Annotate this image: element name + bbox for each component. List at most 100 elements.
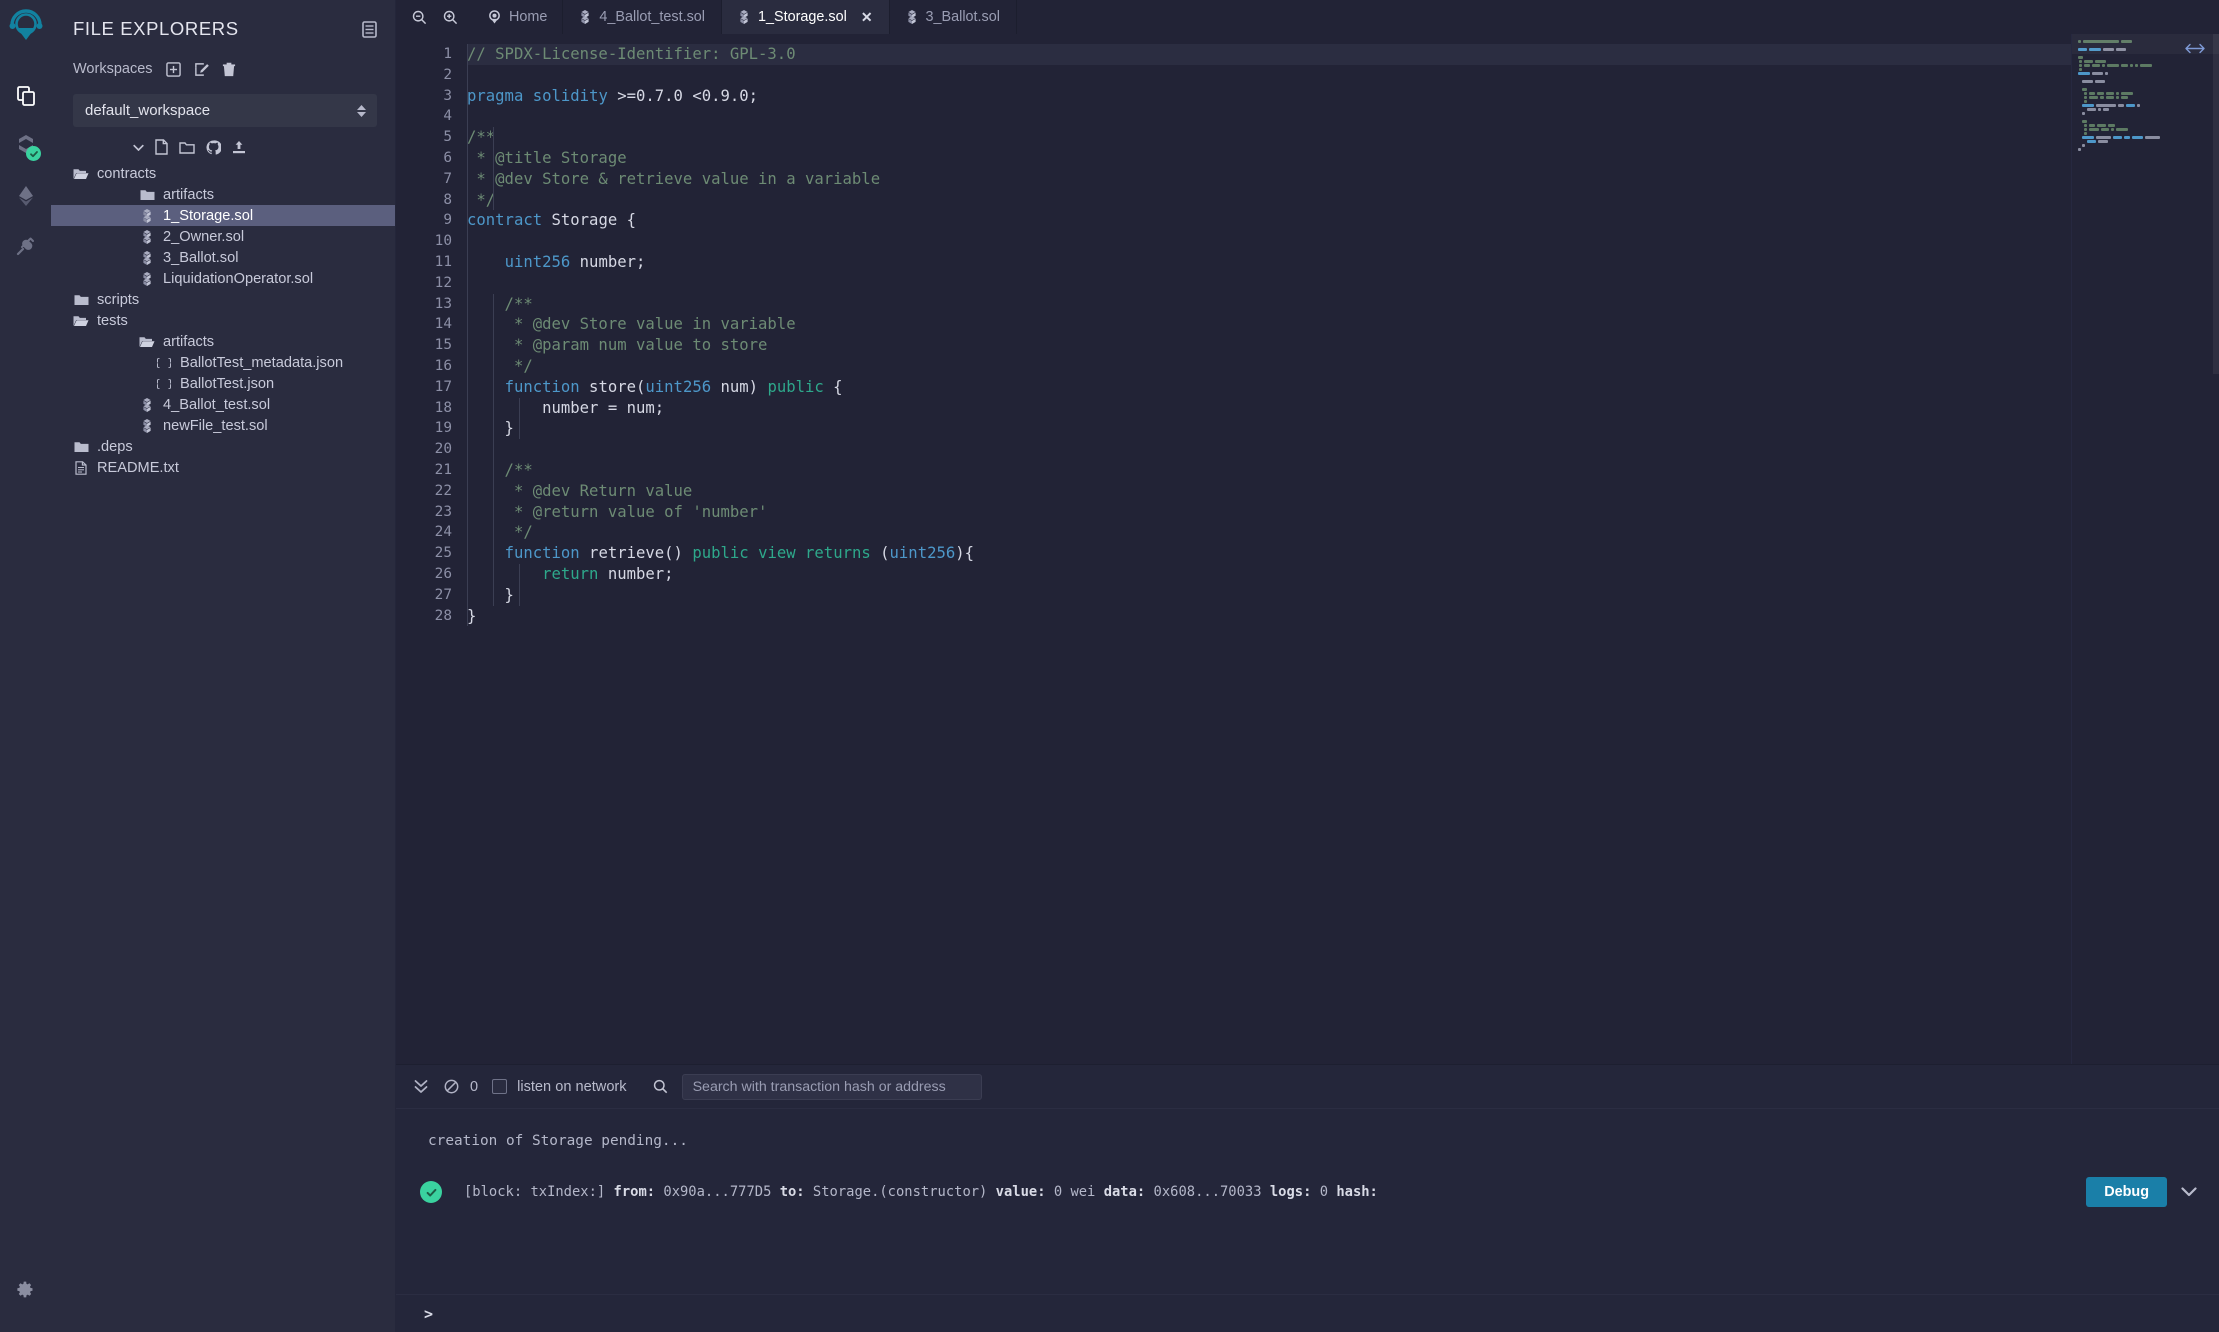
code-line[interactable]: function store(uint256 num) public {: [467, 377, 2219, 398]
search-icon[interactable]: [653, 1079, 668, 1094]
minimap[interactable]: [2071, 34, 2219, 1064]
sort-updown-icon: [357, 105, 366, 117]
line-number: 26: [396, 564, 452, 585]
code-line[interactable]: contract Storage {: [467, 210, 2219, 231]
close-icon[interactable]: ✕: [861, 9, 873, 26]
code-line[interactable]: // SPDX-License-Identifier: GPL-3.0: [467, 44, 2219, 65]
code-editor[interactable]: 1234567891011121314151617181920212223242…: [396, 34, 2219, 1064]
tree-folder[interactable]: artifacts: [51, 331, 395, 352]
code-line[interactable]: * @title Storage: [467, 148, 2219, 169]
tree-item-label: artifacts: [163, 187, 214, 203]
code-line[interactable]: * @dev Store value in variable: [467, 314, 2219, 335]
code-content[interactable]: // SPDX-License-Identifier: GPL-3.0 prag…: [464, 34, 2219, 1064]
pencil-square-icon[interactable]: [194, 62, 209, 77]
sidebar-item-plugin-manager[interactable]: [0, 221, 51, 271]
chevron-down-icon[interactable]: [133, 144, 144, 151]
tree-folder[interactable]: scripts: [51, 289, 395, 310]
code-line[interactable]: }: [467, 606, 2219, 627]
code-line[interactable]: */: [467, 356, 2219, 377]
chevrons-down-icon[interactable]: [406, 1079, 436, 1094]
code-line[interactable]: [467, 231, 2219, 252]
upload-icon[interactable]: [232, 140, 246, 155]
tree-folder[interactable]: contracts: [51, 163, 395, 184]
tab-1-storage-sol[interactable]: 1_Storage.sol✕: [721, 0, 890, 34]
tree-file[interactable]: { }BallotTest_metadata.json: [51, 352, 395, 373]
remix-logo-icon[interactable]: [8, 8, 44, 49]
tree-file[interactable]: 2_Owner.sol: [51, 226, 395, 247]
line-number: 9: [396, 210, 452, 231]
tab-home[interactable]: Home: [472, 0, 563, 34]
tree-file[interactable]: { }BallotTest.json: [51, 373, 395, 394]
code-line[interactable]: * @param num value to store: [467, 335, 2219, 356]
listen-on-network-checkbox[interactable]: [492, 1079, 507, 1094]
transaction-field-value: 0x608...70033: [1154, 1184, 1262, 1200]
debug-button[interactable]: Debug: [2086, 1177, 2167, 1207]
zoom-out-icon[interactable]: [412, 10, 427, 25]
code-line[interactable]: * @dev Return value: [467, 481, 2219, 502]
code-line[interactable]: }: [467, 418, 2219, 439]
new-file-icon[interactable]: [155, 139, 168, 155]
code-line[interactable]: pragma solidity >=0.7.0 <0.9.0;: [467, 86, 2219, 107]
editor-scrollbar[interactable]: [2213, 34, 2219, 374]
tab-4-ballot-test-sol[interactable]: 4_Ballot_test.sol: [562, 0, 722, 34]
transaction-search-input[interactable]: Search with transaction hash or address: [682, 1074, 982, 1100]
line-number: 22: [396, 481, 452, 502]
panel-layout-icon[interactable]: [362, 21, 377, 38]
code-line[interactable]: /**: [467, 294, 2219, 315]
solidity-icon: [139, 209, 155, 223]
code-line[interactable]: * @dev Store & retrieve value in a varia…: [467, 169, 2219, 190]
sidebar-item-deploy-run[interactable]: [0, 171, 51, 221]
tree-item-label: artifacts: [163, 334, 214, 350]
code-line[interactable]: }: [467, 585, 2219, 606]
workspace-select[interactable]: default_workspace: [73, 94, 377, 127]
sidebar-item-file-explorer[interactable]: [0, 71, 51, 121]
code-line[interactable]: /**: [467, 127, 2219, 148]
indent-guide: [493, 460, 494, 606]
transaction-row[interactable]: [block: txIndex:] from: 0x90a...777D5 to…: [396, 1177, 2219, 1207]
code-line[interactable]: * @return value of 'number': [467, 502, 2219, 523]
new-folder-icon[interactable]: [179, 140, 195, 154]
tree-folder[interactable]: .deps: [51, 436, 395, 457]
code-line[interactable]: [467, 65, 2219, 86]
tree-file[interactable]: 4_Ballot_test.sol: [51, 394, 395, 415]
code-line[interactable]: number = num;: [467, 398, 2219, 419]
tab-3-ballot-sol[interactable]: 3_Ballot.sol: [889, 0, 1017, 34]
code-line[interactable]: [467, 273, 2219, 294]
line-number: 19: [396, 418, 452, 439]
tree-file[interactable]: newFile_test.sol: [51, 415, 395, 436]
code-line[interactable]: uint256 number;: [467, 252, 2219, 273]
code-line[interactable]: function retrieve() public view returns …: [467, 543, 2219, 564]
folder-icon: [73, 441, 89, 453]
code-line[interactable]: [467, 106, 2219, 127]
clear-circle-icon[interactable]: [436, 1079, 466, 1094]
line-number: 4: [396, 106, 452, 127]
code-line[interactable]: [467, 439, 2219, 460]
github-icon[interactable]: [206, 140, 221, 155]
tree-file[interactable]: LiquidationOperator.sol: [51, 268, 395, 289]
sidebar-item-solidity-compiler[interactable]: [0, 121, 51, 171]
plus-square-icon[interactable]: [166, 62, 181, 77]
tree-folder[interactable]: artifacts: [51, 184, 395, 205]
line-number: 27: [396, 585, 452, 606]
tree-folder[interactable]: tests: [51, 310, 395, 331]
solidity-icon: [139, 419, 155, 433]
code-line[interactable]: return number;: [467, 564, 2219, 585]
transaction-field-key: hash:: [1336, 1184, 1378, 1200]
code-line[interactable]: */: [467, 190, 2219, 211]
tree-file[interactable]: 1_Storage.sol: [51, 205, 395, 226]
indent-guide: [467, 44, 468, 626]
terminal-prompt-row[interactable]: >: [396, 1294, 2219, 1332]
terminal-body: creation of Storage pending... [block: t…: [396, 1109, 2219, 1332]
sidebar-item-settings[interactable]: [0, 1264, 51, 1314]
compiler-success-badge: [26, 146, 41, 161]
remix-home-icon: [488, 10, 501, 24]
tree-file[interactable]: 3_Ballot.sol: [51, 247, 395, 268]
code-line[interactable]: /**: [467, 460, 2219, 481]
code-line[interactable]: */: [467, 522, 2219, 543]
chevron-down-icon[interactable]: [2181, 1187, 2197, 1197]
tree-file[interactable]: README.txt: [51, 457, 395, 478]
expand-horizontal-icon[interactable]: [2185, 43, 2205, 54]
trash-icon[interactable]: [222, 62, 236, 77]
zoom-in-icon[interactable]: [443, 10, 458, 25]
ethereum-icon: [14, 184, 38, 208]
